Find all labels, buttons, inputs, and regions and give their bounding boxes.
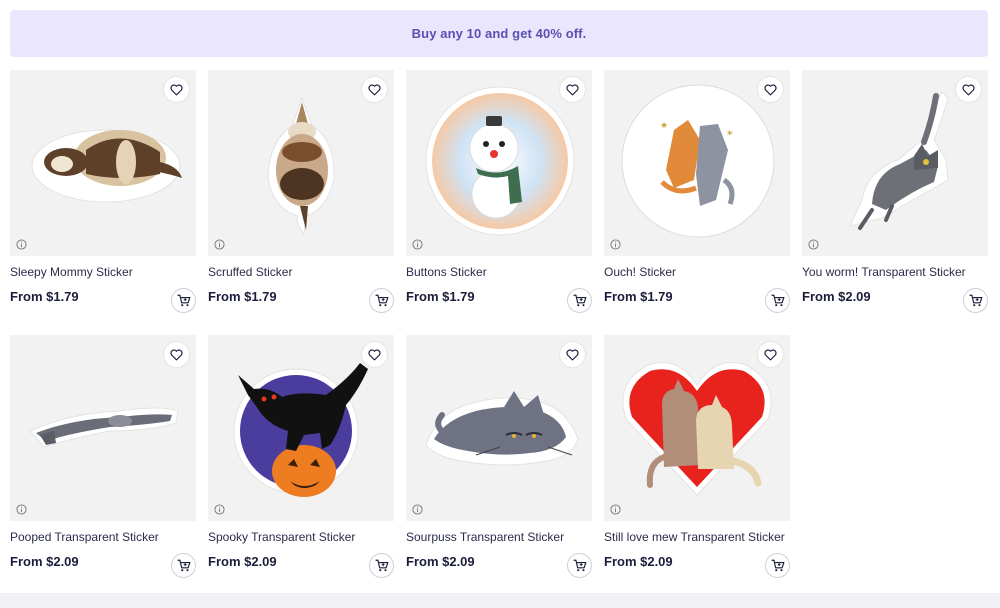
heart-icon	[764, 348, 777, 360]
product-title[interactable]: Buttons Sticker	[406, 265, 487, 279]
add-to-cart-button[interactable]	[963, 288, 988, 313]
product-card[interactable]: Scruffed Sticker From $1.79	[208, 70, 394, 320]
cart-icon	[771, 559, 784, 572]
product-title[interactable]: You worm! Transparent Sticker	[802, 265, 966, 279]
product-price: From $1.79	[604, 289, 673, 304]
info-button[interactable]	[609, 503, 621, 515]
product-image[interactable]	[406, 335, 592, 521]
favorite-button[interactable]	[758, 77, 783, 102]
product-image[interactable]	[10, 335, 196, 521]
add-to-cart-button[interactable]	[171, 288, 196, 313]
add-to-cart-button[interactable]	[765, 288, 790, 313]
product-title[interactable]: Spooky Transparent Sticker	[208, 530, 355, 544]
product-image[interactable]	[208, 70, 394, 256]
product-title[interactable]: Sleepy Mommy Sticker	[10, 265, 133, 279]
product-card[interactable]: Buttons Sticker From $1.79	[406, 70, 592, 320]
info-button[interactable]	[213, 238, 225, 250]
add-to-cart-button[interactable]	[171, 553, 196, 578]
heart-icon	[170, 348, 183, 360]
product-price: From $1.79	[10, 289, 79, 304]
promo-text: Buy any 10 and get 40% off.	[411, 26, 587, 41]
product-card[interactable]: ★ ✶ Ouch! Sticker From $1.79	[604, 70, 790, 320]
cart-icon	[573, 294, 586, 307]
info-icon	[609, 238, 621, 250]
product-price: From $1.79	[406, 289, 475, 304]
info-icon	[411, 238, 423, 250]
add-to-cart-button[interactable]	[369, 288, 394, 313]
product-image[interactable]	[604, 335, 790, 521]
favorite-button[interactable]	[362, 77, 387, 102]
info-button[interactable]	[609, 238, 621, 250]
info-button[interactable]	[411, 238, 423, 250]
heart-icon	[368, 83, 381, 95]
favorite-button[interactable]	[362, 342, 387, 367]
info-icon	[609, 503, 621, 515]
info-icon	[213, 503, 225, 515]
info-button[interactable]	[411, 503, 423, 515]
info-button[interactable]	[15, 238, 27, 250]
heart-icon	[566, 83, 579, 95]
product-card[interactable]: Spooky Transparent Sticker From $2.09	[208, 335, 394, 585]
product-card[interactable]: Pooped Transparent Sticker From $2.09	[10, 335, 196, 585]
heart-icon	[368, 348, 381, 360]
heart-icon	[962, 83, 975, 95]
product-price: From $2.09	[10, 554, 79, 569]
info-icon	[15, 503, 27, 515]
product-title[interactable]: Scruffed Sticker	[208, 265, 292, 279]
favorite-button[interactable]	[164, 77, 189, 102]
product-title[interactable]: Still love mew Transparent Sticker	[604, 530, 785, 544]
cart-icon	[177, 294, 190, 307]
promo-banner: Buy any 10 and get 40% off.	[10, 10, 988, 57]
product-title[interactable]: Sourpuss Transparent Sticker	[406, 530, 564, 544]
favorite-button[interactable]	[164, 342, 189, 367]
cart-icon	[771, 294, 784, 307]
cart-icon	[177, 559, 190, 572]
add-to-cart-button[interactable]	[765, 553, 790, 578]
heart-icon	[566, 348, 579, 360]
info-button[interactable]	[807, 238, 819, 250]
info-button[interactable]	[15, 503, 27, 515]
cart-icon	[375, 294, 388, 307]
info-icon	[15, 238, 27, 250]
product-card[interactable]: Still love mew Transparent Sticker From …	[604, 335, 790, 585]
cart-icon	[969, 294, 982, 307]
product-image[interactable]	[208, 335, 394, 521]
product-image[interactable]	[10, 70, 196, 256]
footer-band	[0, 593, 1000, 608]
product-price: From $1.79	[208, 289, 277, 304]
product-price: From $2.09	[802, 289, 871, 304]
favorite-button[interactable]	[560, 77, 585, 102]
info-icon	[411, 503, 423, 515]
info-icon	[213, 238, 225, 250]
favorite-button[interactable]	[758, 342, 783, 367]
product-image[interactable]	[802, 70, 988, 256]
product-price: From $2.09	[604, 554, 673, 569]
heart-icon	[170, 83, 183, 95]
product-title[interactable]: Ouch! Sticker	[604, 265, 676, 279]
info-icon	[807, 238, 819, 250]
favorite-button[interactable]	[560, 342, 585, 367]
add-to-cart-button[interactable]	[567, 553, 592, 578]
product-price: From $2.09	[406, 554, 475, 569]
favorite-button[interactable]	[956, 77, 981, 102]
cart-icon	[573, 559, 586, 572]
product-title[interactable]: Pooped Transparent Sticker	[10, 530, 159, 544]
svg-text:★: ★	[660, 121, 668, 131]
svg-text:✶: ✶	[726, 129, 734, 139]
add-to-cart-button[interactable]	[369, 553, 394, 578]
product-card[interactable]: Sleepy Mommy Sticker From $1.79	[10, 70, 196, 320]
cart-icon	[375, 559, 388, 572]
info-button[interactable]	[213, 503, 225, 515]
product-image[interactable]	[406, 70, 592, 256]
product-price: From $2.09	[208, 554, 277, 569]
product-card[interactable]: Sourpuss Transparent Sticker From $2.09	[406, 335, 592, 585]
product-image[interactable]: ★ ✶	[604, 70, 790, 256]
add-to-cart-button[interactable]	[567, 288, 592, 313]
heart-icon	[764, 83, 777, 95]
product-card[interactable]: You worm! Transparent Sticker From $2.09	[802, 70, 988, 320]
